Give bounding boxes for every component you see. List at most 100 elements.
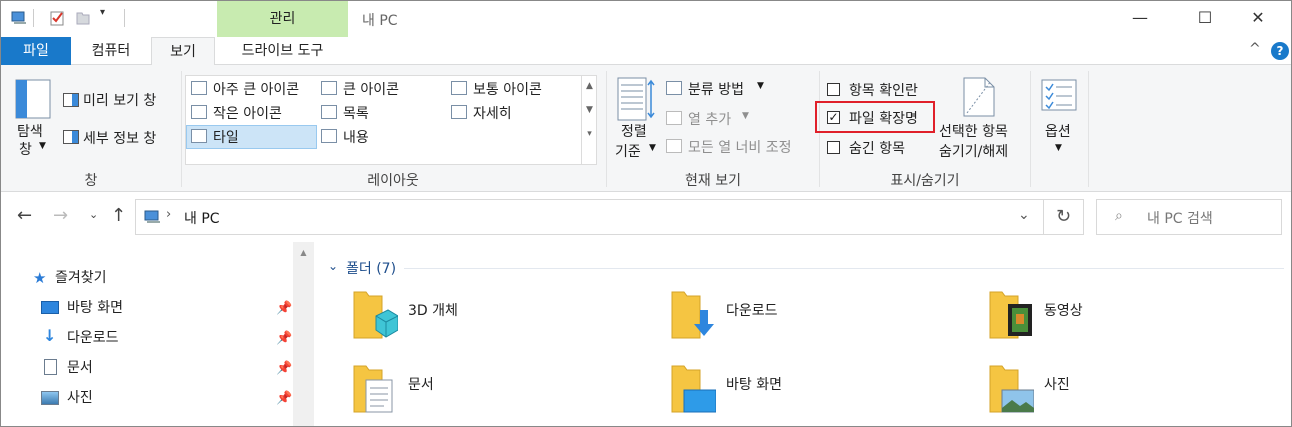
folder-name: 3D 개체	[408, 303, 458, 319]
folder-item-pictures[interactable]: 사진	[988, 364, 1288, 426]
tab-view[interactable]: 보기	[151, 37, 215, 66]
navigation-pane-icon[interactable]	[15, 79, 51, 119]
layout-gallery-scroll[interactable]: ▲ ▼ ▾	[581, 75, 597, 165]
folder-item-desktop[interactable]: 바탕 화면	[670, 364, 970, 426]
size-all-columns-button[interactable]: 모든 열 너비 조정	[688, 137, 792, 157]
pictures-folder-icon	[989, 365, 1034, 413]
refresh-icon[interactable]: ↻	[1044, 199, 1084, 235]
3d-objects-folder-icon	[353, 291, 398, 339]
chevron-down-icon[interactable]: ⌄	[328, 259, 338, 273]
hide-selected-label-2[interactable]: 숨기기/해제	[939, 141, 1008, 161]
tab-file[interactable]: 파일	[1, 37, 71, 65]
group-by-button[interactable]: 분류 방법	[688, 79, 744, 99]
breadcrumb-separator-icon[interactable]: ›	[166, 207, 171, 222]
details-pane-button[interactable]: 세부 정보 창	[83, 128, 156, 148]
size-columns-icon	[666, 139, 682, 153]
folder-item-3d-objects[interactable]: 3D 개체	[352, 290, 652, 354]
nav-pane-scrollbar[interactable]: ▲	[293, 242, 314, 426]
item-checkboxes-label[interactable]: 항목 확인란	[849, 80, 918, 100]
group-label-show-hide: 표시/숨기기	[890, 173, 960, 189]
list-icon	[321, 105, 337, 119]
hidden-items-label[interactable]: 숨긴 항목	[849, 138, 905, 158]
nav-item-pictures[interactable]: 사진	[67, 387, 93, 409]
preview-pane-icon[interactable]	[63, 93, 79, 107]
sort-by-label-2[interactable]: 기준	[615, 141, 641, 161]
title-bar: ▾ 관리 내 PC — ☐ ✕	[1, 1, 1291, 37]
hide-selected-items-icon[interactable]	[963, 77, 995, 117]
layout-large-icons[interactable]: 큰 아이콘	[343, 79, 399, 99]
file-extensions-checkbox[interactable]: ✓	[827, 111, 840, 124]
up-icon[interactable]: ↑	[111, 205, 126, 226]
extra-large-icons-icon	[191, 81, 207, 95]
nav-item-desktop[interactable]: 바탕 화면	[67, 297, 123, 319]
minimize-icon[interactable]: —	[1117, 1, 1163, 35]
navigation-pane-label-1[interactable]: 탐색	[17, 121, 43, 141]
hidden-items-checkbox[interactable]	[827, 141, 840, 154]
search-input[interactable]: ⌕ 내 PC 검색	[1096, 199, 1282, 235]
item-checkboxes-checkbox[interactable]	[827, 83, 840, 96]
collapse-ribbon-icon[interactable]: ^	[1249, 41, 1261, 57]
layout-list[interactable]: 목록	[343, 103, 369, 123]
ribbon-separator	[181, 71, 182, 187]
pin-icon[interactable]: 📌	[276, 331, 292, 346]
file-extensions-label[interactable]: 파일 확장명	[849, 108, 918, 128]
maximize-icon[interactable]: ☐	[1182, 1, 1228, 35]
folders-group-header[interactable]: 폴더 (7)	[346, 258, 396, 278]
properties-icon[interactable]	[49, 10, 65, 26]
gallery-down-icon[interactable]: ▼	[582, 105, 597, 115]
gallery-more-icon[interactable]: ▾	[582, 129, 597, 139]
folder-item-documents[interactable]: 문서	[352, 364, 652, 426]
group-label-current-view: 현재 보기	[685, 173, 741, 189]
address-bar[interactable]: › 내 PC ⌄	[135, 199, 1044, 235]
back-icon[interactable]: ←	[17, 205, 32, 226]
scroll-up-icon[interactable]: ▲	[293, 248, 314, 257]
search-icon: ⌕	[1115, 208, 1123, 224]
add-columns-button[interactable]: 열 추가	[688, 109, 731, 129]
navigation-pane-dropdown-icon[interactable]: ▼	[39, 141, 46, 151]
context-tab-manage[interactable]: 관리	[217, 1, 348, 37]
close-icon[interactable]: ✕	[1235, 1, 1281, 35]
pin-icon[interactable]: 📌	[276, 301, 292, 316]
folder-item-downloads[interactable]: 다운로드	[670, 290, 970, 354]
nav-item-downloads[interactable]: 다운로드	[67, 327, 119, 349]
address-dropdown-icon[interactable]: ⌄	[1018, 207, 1030, 223]
sort-by-label-1[interactable]: 정렬	[621, 121, 647, 141]
preview-pane-button[interactable]: 미리 보기 창	[83, 90, 156, 110]
hide-selected-label-1[interactable]: 선택한 항목	[939, 121, 1008, 141]
layout-extra-large-icons[interactable]: 아주 큰 아이콘	[213, 79, 299, 99]
recent-locations-icon[interactable]: ⌄	[89, 208, 98, 221]
layout-medium-icons[interactable]: 보통 아이콘	[473, 79, 542, 99]
address-path[interactable]: 내 PC	[184, 208, 220, 228]
medium-icons-icon	[451, 81, 467, 95]
layout-tiles[interactable]: 타일	[213, 127, 239, 147]
layout-small-icons[interactable]: 작은 아이콘	[213, 103, 282, 123]
nav-item-documents[interactable]: 문서	[67, 357, 93, 379]
tab-drive-tools[interactable]: 드라이브 도구	[217, 37, 348, 65]
options-dropdown-icon[interactable]: ▼	[1055, 143, 1062, 153]
navigation-pane-label-2[interactable]: 창	[19, 139, 32, 159]
add-columns-dropdown-icon[interactable]: ▼	[742, 111, 749, 121]
options-button[interactable]: 옵션	[1045, 121, 1071, 141]
pin-icon[interactable]: 📌	[276, 361, 292, 376]
details-pane-icon[interactable]	[63, 130, 79, 144]
new-folder-icon[interactable]	[75, 10, 91, 26]
nav-quick-access[interactable]: 즐겨찾기	[55, 267, 107, 289]
help-icon[interactable]: ?	[1271, 42, 1289, 60]
layout-content[interactable]: 내용	[343, 127, 369, 147]
ribbon-tab-row: 파일 컴퓨터 보기 드라이브 도구 ^ ?	[1, 37, 1291, 66]
content-pane: ⌄ 폴더 (7) 3D 개체 다운로드 동영상 문서 바탕 화면 사진	[314, 242, 1291, 426]
desktop-folder-icon	[671, 365, 716, 413]
pin-icon[interactable]: 📌	[276, 391, 292, 406]
forward-icon[interactable]: →	[53, 205, 68, 226]
layout-details[interactable]: 자세히	[473, 103, 512, 123]
tab-computer[interactable]: 컴퓨터	[73, 37, 149, 65]
options-icon[interactable]	[1041, 79, 1077, 111]
qat-customize-icon[interactable]: ▾	[100, 7, 105, 18]
videos-folder-icon	[989, 291, 1032, 339]
sort-by-dropdown-icon[interactable]: ▼	[649, 143, 656, 153]
computer-icon[interactable]	[11, 10, 27, 26]
group-by-dropdown-icon[interactable]: ▼	[757, 81, 764, 91]
folder-item-videos[interactable]: 동영상	[988, 290, 1288, 354]
gallery-up-icon[interactable]: ▲	[582, 81, 597, 91]
sort-by-icon[interactable]	[617, 77, 657, 121]
